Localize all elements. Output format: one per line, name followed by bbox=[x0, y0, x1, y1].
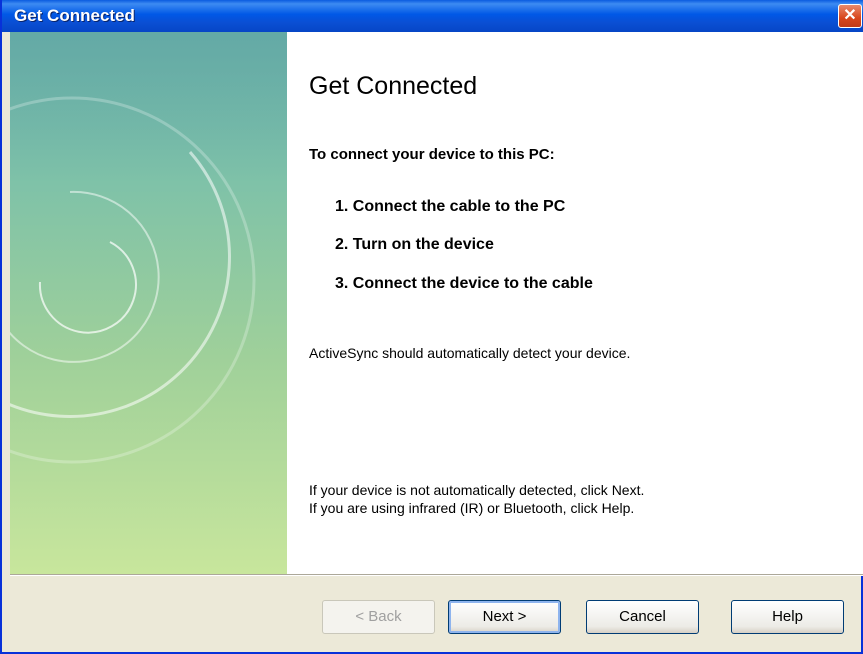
small-swirl-arc bbox=[38, 241, 137, 334]
help-note-line-2: If you are using infrared (IR) or Blueto… bbox=[309, 500, 635, 516]
swirl-graphic bbox=[10, 96, 256, 464]
step-3: 3. Connect the device to the cable bbox=[335, 275, 593, 292]
outer-swirl-ring bbox=[10, 96, 256, 464]
page-title: Get Connected bbox=[309, 72, 478, 100]
get-connected-dialog: Get Connected ✕ Get Connected To connect… bbox=[0, 0, 863, 654]
help-button[interactable]: Help bbox=[731, 600, 844, 634]
help-note-line-1: If your device is not automatically dete… bbox=[309, 482, 645, 498]
step-1: 1. Connect the cable to the PC bbox=[335, 198, 566, 215]
step-2: 2. Turn on the device bbox=[335, 236, 494, 253]
next-button[interactable]: Next > bbox=[448, 600, 561, 634]
title-bar[interactable]: Get Connected ✕ bbox=[2, 0, 863, 32]
cancel-button[interactable]: Cancel bbox=[586, 600, 699, 634]
middle-swirl-arc bbox=[10, 151, 231, 418]
decorative-side-panel bbox=[10, 32, 287, 574]
close-button[interactable]: ✕ bbox=[838, 4, 862, 28]
back-button[interactable]: < Back bbox=[322, 600, 435, 634]
autodetect-text: ActiveSync should automatically detect y… bbox=[309, 345, 631, 361]
close-icon: ✕ bbox=[843, 7, 857, 24]
window-title: Get Connected bbox=[14, 6, 135, 25]
intro-text: To connect your device to this PC: bbox=[309, 146, 555, 163]
content-area: Get Connected To connect your device to … bbox=[287, 32, 863, 574]
wizard-body: Get Connected To connect your device to … bbox=[10, 32, 863, 574]
help-note: If your device is not automatically dete… bbox=[309, 481, 644, 517]
button-separator bbox=[10, 574, 863, 576]
